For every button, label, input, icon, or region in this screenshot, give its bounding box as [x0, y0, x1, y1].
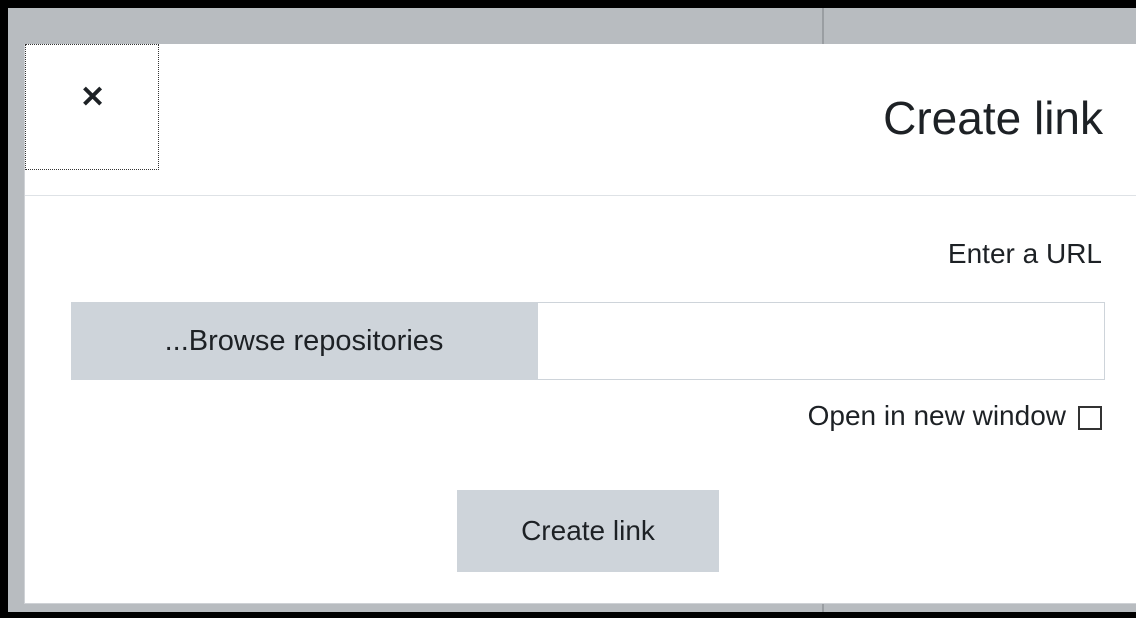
open-new-window-label: Open in new window [807, 400, 1066, 431]
create-link-button[interactable]: Create link [457, 490, 719, 572]
screen-frame: ✕ Create link Enter a URL ...Browse repo… [0, 0, 1136, 618]
open-new-window-checkbox[interactable] [1078, 406, 1102, 430]
url-input-group: ...Browse repositories [71, 302, 1105, 380]
close-icon: ✕ [80, 81, 106, 114]
browse-repositories-button[interactable]: ...Browse repositories [71, 302, 537, 380]
url-label: Enter a URL [947, 238, 1102, 269]
create-link-dialog: ✕ Create link Enter a URL ...Browse repo… [24, 44, 1136, 604]
close-button[interactable]: ✕ [25, 44, 159, 170]
dialog-title: Create link [883, 92, 1103, 144]
url-input[interactable] [537, 302, 1105, 380]
open-new-window-row: Open in new window [808, 396, 1102, 436]
dialog-header: ✕ Create link [25, 44, 1136, 196]
